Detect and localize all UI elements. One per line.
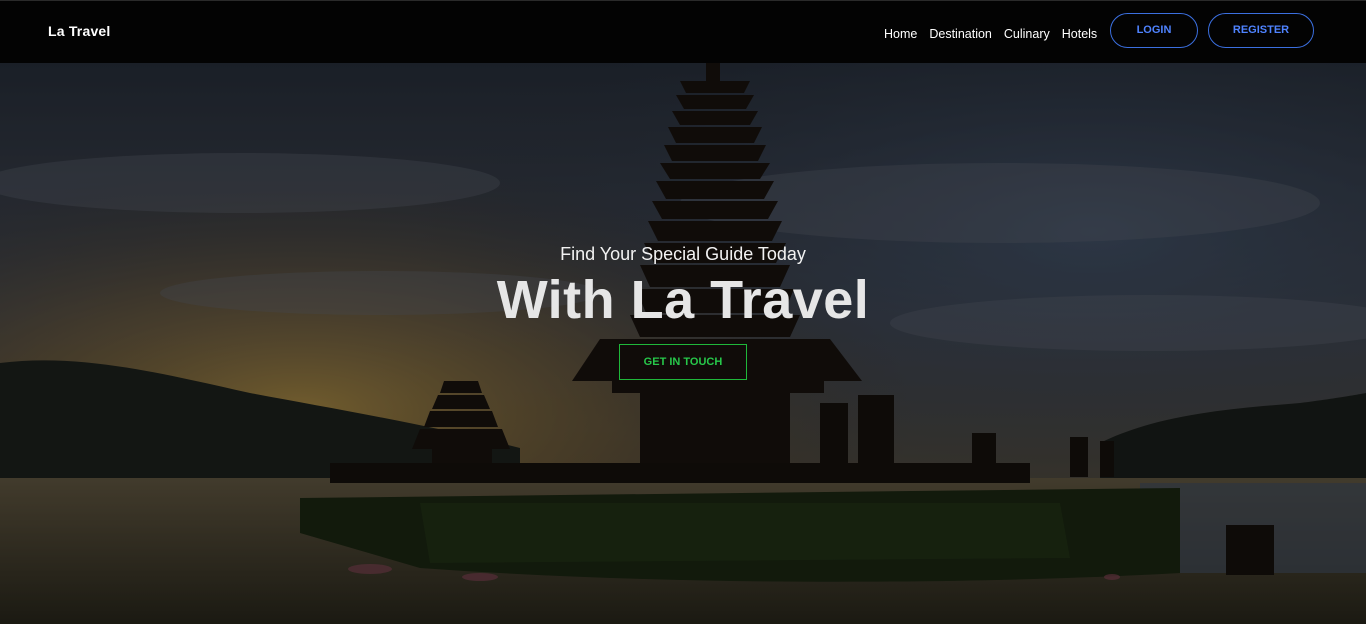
nav-culinary[interactable]: Culinary — [1004, 27, 1050, 41]
get-in-touch-button[interactable]: GET IN TOUCH — [619, 344, 747, 380]
main-nav: Home Destination Culinary Hotels — [884, 27, 1097, 41]
nav-home[interactable]: Home — [884, 27, 917, 41]
hero-section: Find Your Special Guide Today With La Tr… — [0, 63, 1366, 624]
page: La Travel Home Destination Culinary Hote… — [0, 0, 1366, 624]
navbar: La Travel Home Destination Culinary Hote… — [0, 0, 1366, 63]
brand-logo[interactable]: La Travel — [48, 23, 111, 39]
nav-destination[interactable]: Destination — [929, 27, 992, 41]
nav-hotels[interactable]: Hotels — [1062, 27, 1097, 41]
hero-title: With La Travel — [496, 270, 870, 330]
register-button[interactable]: REGISTER — [1208, 13, 1314, 48]
hero-subtitle: Find Your Special Guide Today — [560, 244, 806, 264]
login-button[interactable]: LOGIN — [1110, 13, 1198, 48]
